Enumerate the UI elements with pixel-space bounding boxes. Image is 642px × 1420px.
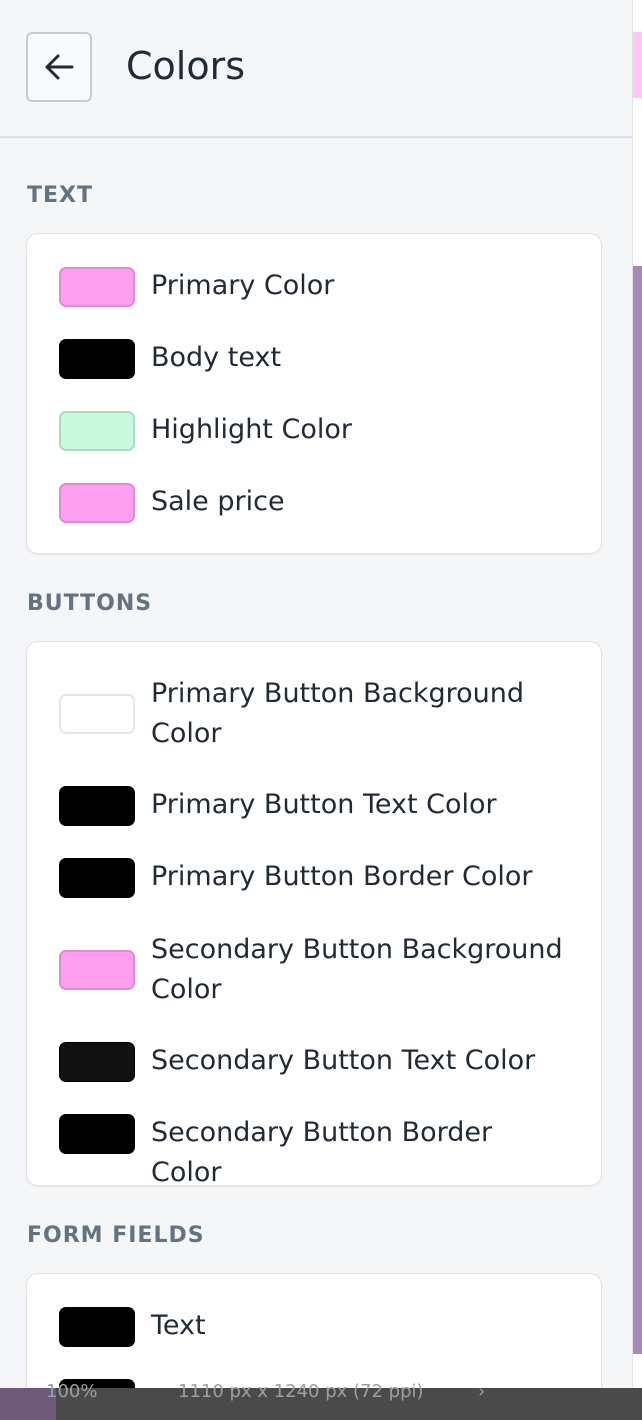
back-button[interactable] — [26, 32, 92, 102]
button-colors-card: Primary Button Background Color Primary … — [26, 641, 602, 1188]
color-swatch[interactable] — [59, 411, 135, 451]
color-swatch[interactable] — [59, 1042, 135, 1082]
color-swatch[interactable] — [59, 483, 135, 523]
color-label: Secondary Button Text Color — [151, 1045, 536, 1076]
color-label: Sale price — [151, 486, 285, 517]
color-swatch[interactable] — [59, 1307, 135, 1347]
status-bar: 100% 1110 px x 1240 px (72 ppi) › — [0, 1381, 642, 1420]
color-swatch[interactable] — [59, 267, 135, 307]
section-label-form-fields: FORM FIELDS — [27, 1223, 205, 1248]
color-swatch[interactable] — [59, 950, 135, 990]
color-label: Primary Button Text Color — [151, 789, 497, 820]
chevron-right-icon[interactable]: › — [478, 1383, 485, 1401]
panel-header: Colors — [0, 0, 632, 138]
color-swatch[interactable] — [59, 858, 135, 898]
color-label: Secondary Button Background Color — [151, 934, 563, 1005]
arrow-left-icon — [45, 54, 74, 80]
color-swatch[interactable] — [59, 339, 135, 379]
section-label-text: TEXT — [27, 183, 94, 208]
section-label-buttons: BUTTONS — [27, 591, 153, 616]
preview-edge-purple — [633, 266, 642, 1354]
color-label: Body text — [151, 342, 282, 373]
color-swatch[interactable] — [59, 786, 135, 826]
form-field-colors-card: Text — [26, 1273, 602, 1388]
text-colors-card: Primary Color Body text Highlight Color … — [26, 233, 602, 554]
color-label: Highlight Color — [151, 414, 352, 445]
zoom-level: 100% — [46, 1381, 98, 1402]
color-swatch[interactable] — [59, 1114, 135, 1154]
page-title: Colors — [126, 44, 246, 88]
color-label: Text — [151, 1310, 206, 1341]
preview-edge-pink — [633, 32, 642, 98]
color-label: Primary Button Border Color — [151, 861, 533, 892]
color-label: Primary Button Background Color — [151, 678, 525, 749]
settings-panel: Colors TEXT Primary Color Body text High… — [0, 0, 633, 1388]
color-swatch[interactable] — [59, 694, 135, 734]
color-label: Secondary Button Border Color — [151, 1117, 493, 1188]
color-label: Primary Color — [151, 270, 335, 301]
image-dimensions: 1110 px x 1240 px (72 ppi) — [178, 1381, 424, 1402]
